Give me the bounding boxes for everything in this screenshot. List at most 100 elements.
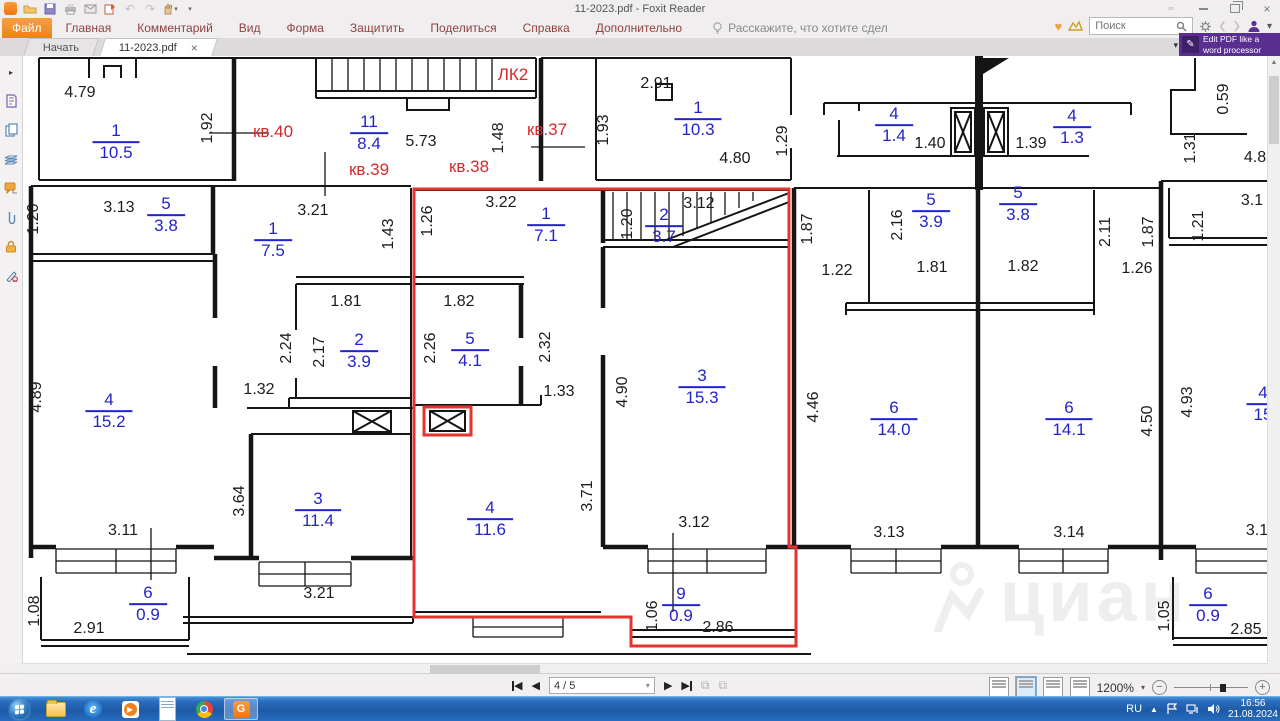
zoom-slider-thumb[interactable]	[1220, 684, 1226, 692]
sidebar-icons: ▸	[0, 56, 22, 283]
account-icon[interactable]	[1247, 19, 1261, 33]
continuous-facing-icon[interactable]	[1070, 677, 1090, 698]
action-center-flag-icon[interactable]	[1166, 703, 1178, 715]
taskbar-media-player[interactable]: ▶	[113, 698, 147, 720]
comments-icon[interactable]	[3, 180, 19, 196]
dimension-label: 3.21	[303, 585, 334, 603]
zoom-caret-icon[interactable]: ▾	[1141, 683, 1145, 692]
layers-icon[interactable]	[3, 151, 19, 167]
share-icon[interactable]	[102, 1, 118, 16]
horizontal-scroll-thumb[interactable]	[430, 665, 540, 673]
search-box[interactable]	[1089, 17, 1193, 35]
nav-forward-icon[interactable]: ❯	[1233, 21, 1241, 32]
minimize-button[interactable]	[1194, 2, 1212, 15]
page-number-box[interactable]: 4 / 5 ▾	[549, 677, 655, 694]
zoom-out-button[interactable]: −	[1152, 680, 1167, 695]
prev-view-icon[interactable]: ⧉	[701, 678, 710, 693]
hand-tool-icon[interactable]: ▾	[162, 1, 178, 16]
network-icon[interactable]	[1186, 703, 1199, 715]
taskbar-foxit-reader[interactable]: G	[224, 698, 258, 720]
file-menu-tab[interactable]: Файл	[2, 18, 52, 39]
menu-item-комментарий[interactable]: Комментарий	[137, 21, 213, 35]
taskbar-chrome[interactable]	[187, 698, 221, 720]
cian-logo-icon	[928, 562, 986, 632]
facing-icon[interactable]	[1043, 677, 1063, 698]
language-indicator[interactable]: RU	[1126, 703, 1142, 715]
pages-icon[interactable]	[3, 122, 19, 138]
nav-back-icon[interactable]: ❮	[1218, 21, 1226, 32]
dimension-label: 1.31	[1182, 132, 1200, 163]
redo-icon[interactable]: ↷	[142, 1, 158, 16]
scroll-up-icon[interactable]: ▲	[1268, 56, 1280, 69]
taskbar-clock[interactable]: 16:56 21.08.2024	[1228, 698, 1278, 721]
dimension-label: 1.93	[595, 114, 613, 145]
room-label: 17.1	[527, 205, 565, 245]
more-caret-icon[interactable]: ▾	[182, 1, 198, 16]
save-icon[interactable]	[42, 1, 58, 16]
room-label: 118.4	[350, 113, 388, 153]
menu-item-справка[interactable]: Справка	[523, 21, 570, 35]
tab-Начать[interactable]: Начать	[23, 38, 99, 57]
room-label: 60.9	[1189, 585, 1227, 625]
menu-item-вид[interactable]: Вид	[239, 21, 261, 35]
tab-label: 11-2023.pdf	[119, 42, 177, 54]
dimension-label: 1.82	[443, 293, 474, 311]
room-label: 23.9	[340, 331, 378, 371]
dimension-label: 2.32	[537, 331, 555, 362]
taskbar-start-orb[interactable]	[2, 698, 36, 720]
prev-page-button[interactable]: ◀	[531, 679, 539, 692]
edit-pdf-banner[interactable]: ✎ Edit PDF like a word processor	[1179, 33, 1280, 56]
close-button[interactable]: ×	[1258, 2, 1276, 15]
document-canvas[interactable]: 110.5118.4110.341.441.353.817.517.123.75…	[22, 56, 1269, 663]
collapse-arrow-icon[interactable]: ▸	[3, 64, 19, 80]
dimension-label: 3.1	[1241, 192, 1263, 210]
tray-expand-icon[interactable]: ▲	[1150, 705, 1158, 714]
dimension-label: 1.21	[1190, 210, 1208, 241]
open-folder-icon[interactable]	[22, 1, 38, 16]
taskbar-explorer[interactable]	[39, 698, 73, 720]
menu-item-главная[interactable]: Главная	[66, 21, 112, 35]
undo-icon[interactable]: ↶	[122, 1, 138, 16]
email-icon[interactable]	[82, 1, 98, 16]
quick-access-toolbar[interactable]: ↶ ↷ ▾ ▾	[2, 1, 198, 16]
fox-icon[interactable]	[1068, 20, 1083, 33]
dimension-label: 4.93	[1179, 386, 1197, 417]
menu-item-форма[interactable]: Форма	[287, 21, 324, 35]
next-view-icon[interactable]: ⧉	[718, 678, 727, 693]
ribbon-toggle-icon[interactable]: ▫▫	[1162, 2, 1180, 15]
signature-icon[interactable]	[3, 267, 19, 283]
security-icon[interactable]	[3, 238, 19, 254]
zoom-slider[interactable]	[1174, 681, 1248, 694]
bookmarks-icon[interactable]	[3, 93, 19, 109]
dimension-label: 3.14	[1053, 524, 1084, 542]
apartment-label: кв.39	[349, 160, 389, 180]
banner-caret-icon[interactable]: ▾	[1173, 40, 1178, 51]
dimension-label: 1.39	[1015, 135, 1046, 153]
menu-item-дополнительно[interactable]: Дополнительно	[596, 21, 682, 35]
print-icon[interactable]	[62, 1, 78, 16]
vertical-scrollbar[interactable]: ▲	[1267, 56, 1280, 663]
single-page-icon[interactable]	[989, 677, 1009, 698]
tell-me-box[interactable]: Расскажите, что хотите сдел	[712, 21, 888, 35]
tab-close-icon[interactable]: ×	[191, 41, 198, 55]
apartment-label: ЛК2	[498, 65, 529, 85]
foxit-logo-icon[interactable]	[2, 1, 18, 16]
account-caret-icon[interactable]: ▾	[1267, 21, 1272, 32]
gear-icon[interactable]	[1199, 20, 1212, 33]
restore-button[interactable]	[1226, 2, 1244, 15]
tab-11-2023.pdf[interactable]: 11-2023.pdf ×	[99, 38, 218, 57]
volume-icon[interactable]	[1207, 703, 1220, 715]
menu-item-поделиться[interactable]: Поделиться	[430, 21, 496, 35]
heart-icon[interactable]: ♥	[1054, 19, 1062, 34]
zoom-in-button[interactable]: +	[1255, 680, 1270, 695]
continuous-icon[interactable]	[1016, 677, 1036, 698]
taskbar-document[interactable]	[150, 698, 184, 720]
taskbar-internet-explorer[interactable]: e	[76, 698, 110, 720]
first-page-button[interactable]: ◀	[512, 679, 522, 692]
next-page-button[interactable]: ▶	[664, 679, 672, 692]
last-page-button[interactable]: ▶	[681, 679, 691, 692]
vertical-scroll-thumb[interactable]	[1269, 76, 1279, 144]
search-input[interactable]	[1093, 19, 1173, 33]
attachments-icon[interactable]	[3, 209, 19, 225]
menu-item-защитить[interactable]: Защитить	[350, 21, 404, 35]
